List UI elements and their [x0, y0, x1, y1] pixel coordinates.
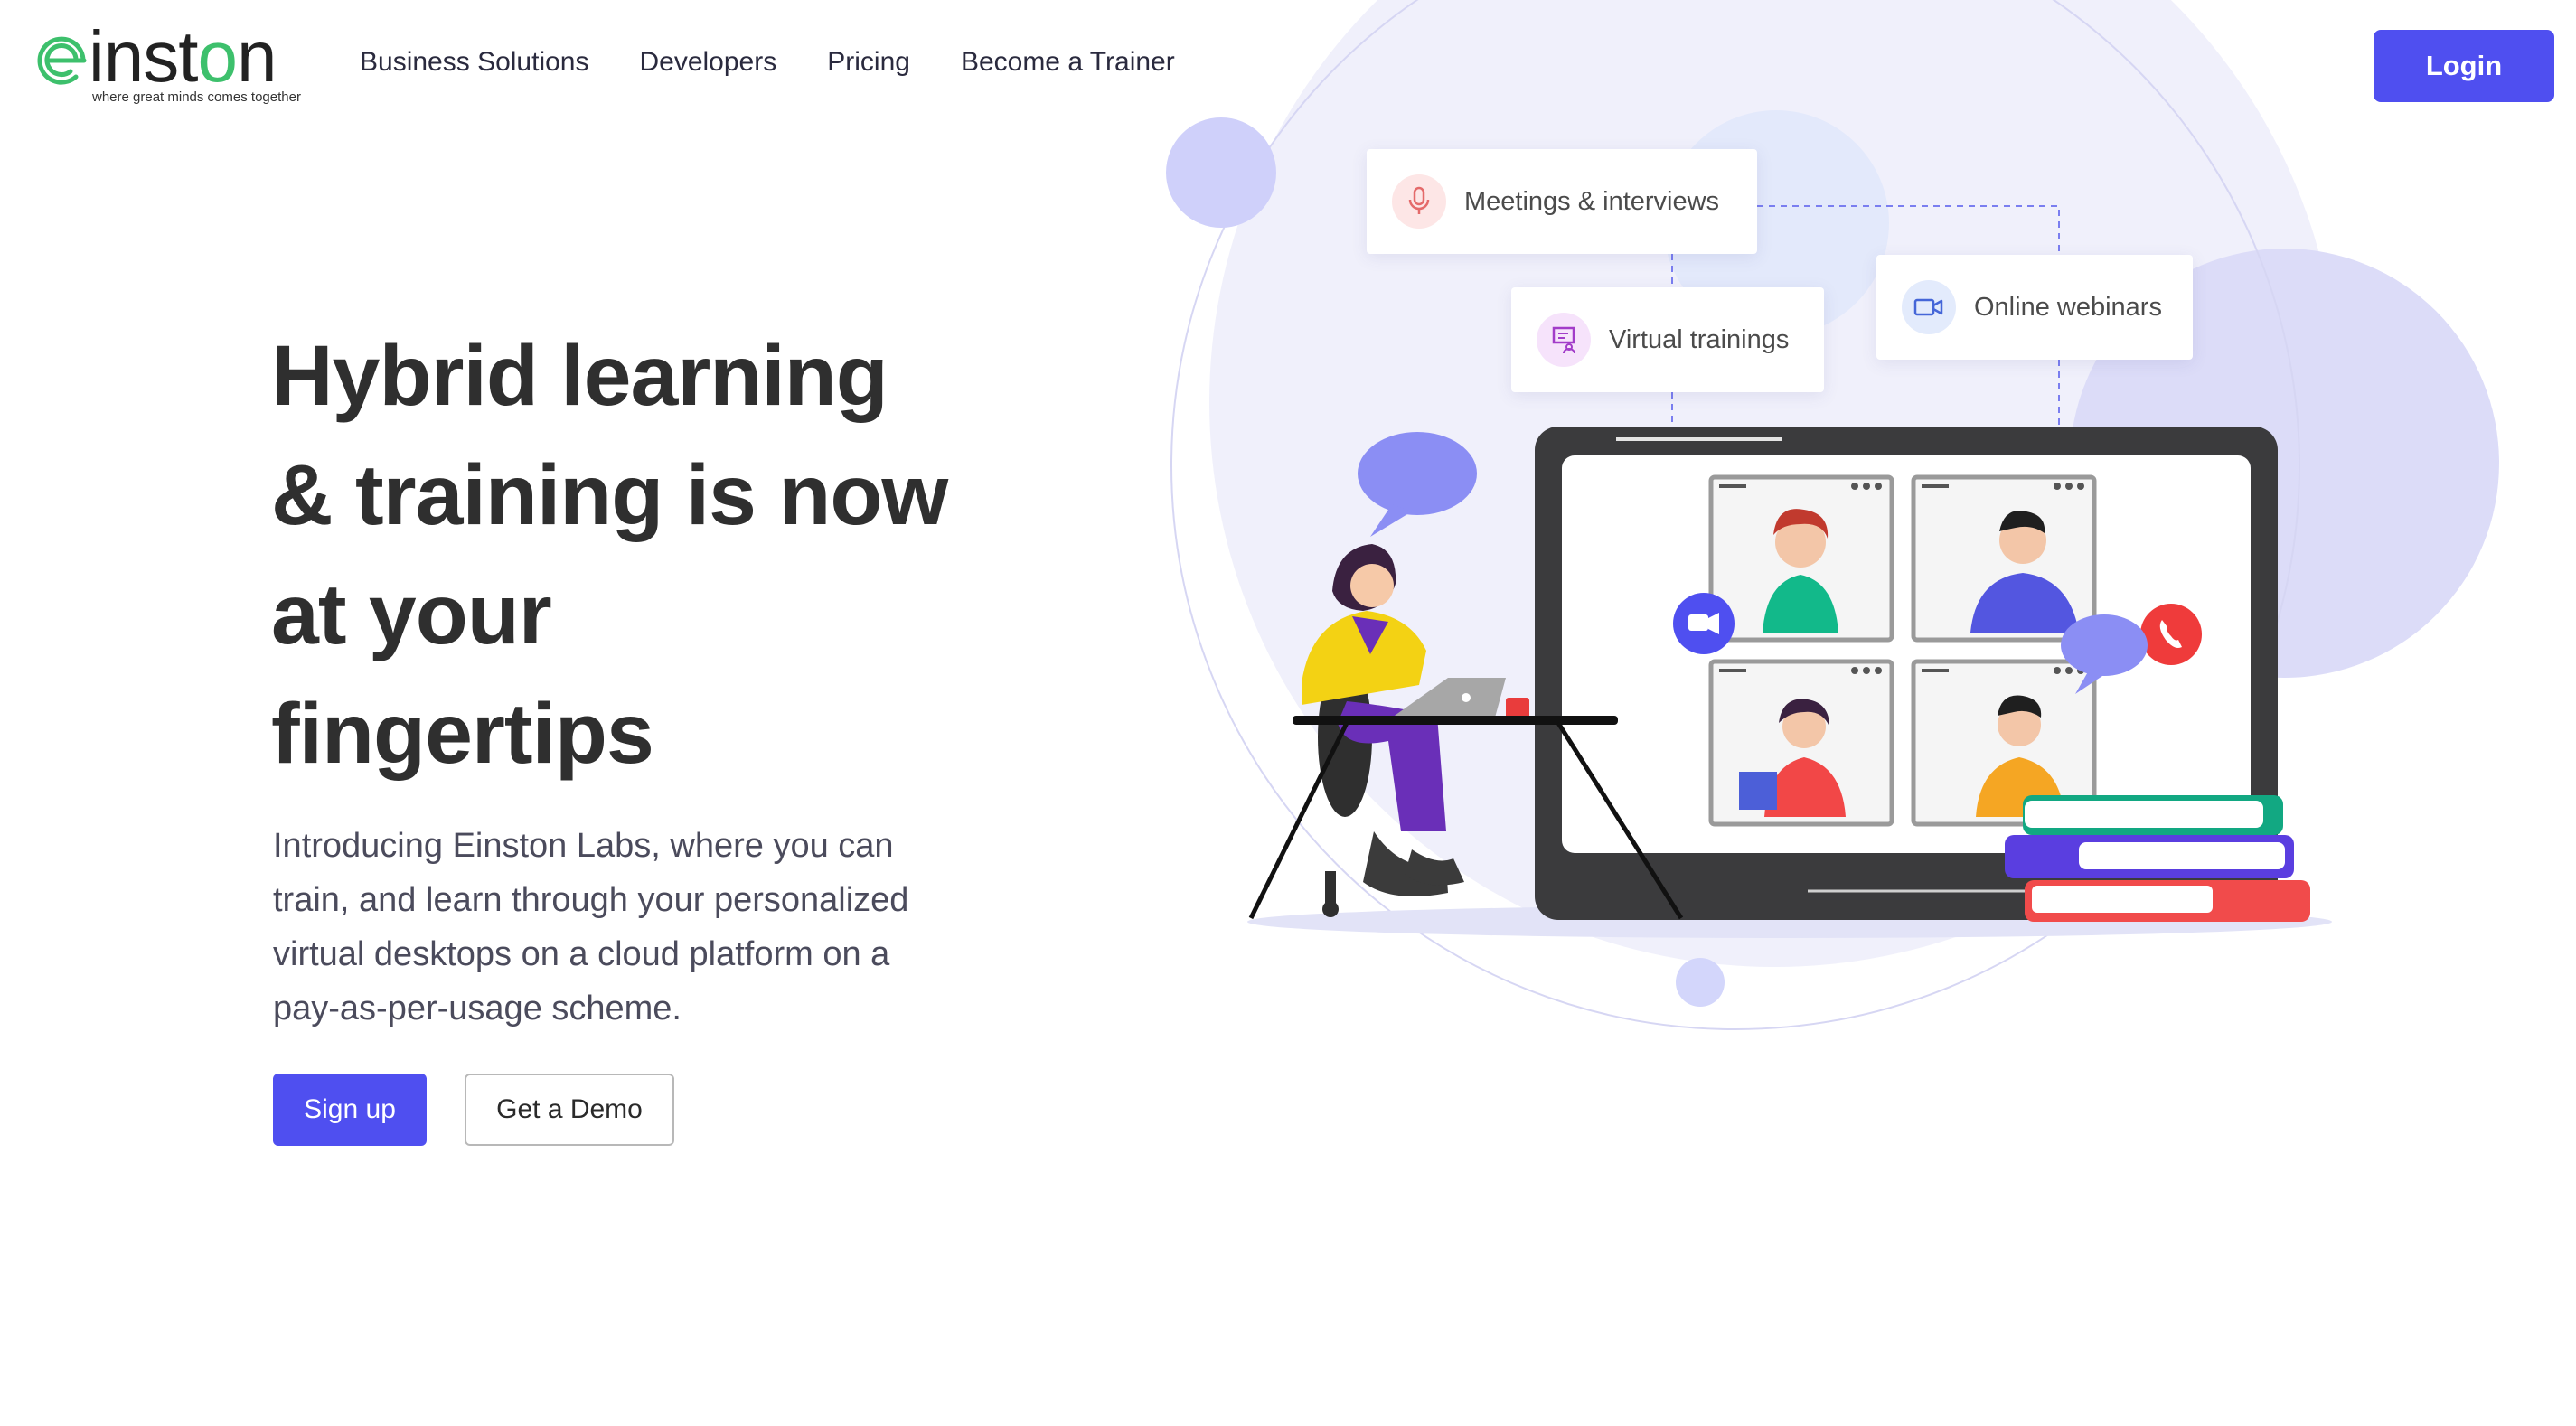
phone-icon: [2140, 604, 2202, 665]
decorative-dot: [1166, 117, 1276, 228]
feature-card-meetings: Meetings & interviews: [1367, 149, 1757, 254]
hero-title-line: & training is now: [271, 447, 948, 543]
hero-description-line: virtual desktops on a cloud platform on …: [273, 935, 890, 973]
nav-business-solutions[interactable]: Business Solutions: [360, 47, 588, 78]
feature-card-webinars: Online webinars: [1876, 255, 2193, 360]
feature-label: Meetings & interviews: [1464, 186, 1720, 216]
hero-description: Introducing Einston Labs, where you can …: [273, 819, 996, 1036]
hero-description-line: train, and learn through your personaliz…: [273, 881, 909, 919]
hero-title: Hybrid learning & training is now at you…: [271, 316, 1012, 793]
signup-button[interactable]: Sign up: [273, 1074, 427, 1146]
get-demo-button[interactable]: Get a Demo: [465, 1074, 674, 1146]
nav-become-trainer[interactable]: Become a Trainer: [961, 47, 1175, 78]
microphone-icon: [1392, 174, 1446, 229]
nav-developers[interactable]: Developers: [639, 47, 776, 78]
hero-illustration: [1247, 427, 2332, 938]
nav-pricing[interactable]: Pricing: [827, 47, 910, 78]
login-button[interactable]: Login: [2374, 30, 2554, 102]
logo-wordmark: inston: [89, 16, 277, 97]
logo-mark-icon: [37, 36, 87, 85]
hero-title-line: at your: [271, 567, 552, 662]
hero-description-line: Introducing Einston Labs, where you can: [273, 827, 894, 865]
feature-card-trainings: Virtual trainings: [1511, 287, 1824, 392]
logo[interactable]: inston where great minds comes together: [36, 16, 316, 107]
main-nav: Business Solutions Developers Pricing Be…: [360, 47, 1175, 78]
video-tile: [1708, 474, 1894, 643]
video-camera-icon: [1902, 280, 1956, 334]
video-tile: [1708, 659, 1894, 827]
feature-label: Virtual trainings: [1609, 324, 1790, 354]
hero-title-line: Hybrid learning: [271, 328, 888, 424]
presentation-icon: [1537, 313, 1591, 367]
logo-tagline: where great minds comes together: [92, 89, 301, 105]
feature-label: Online webinars: [1974, 292, 2162, 322]
decorative-dot: [1676, 958, 1725, 1007]
video-tile: [1911, 474, 2097, 643]
hero-description-line: pay-as-per-usage scheme.: [273, 990, 682, 1027]
hero-title-line: fingertips: [271, 686, 654, 782]
